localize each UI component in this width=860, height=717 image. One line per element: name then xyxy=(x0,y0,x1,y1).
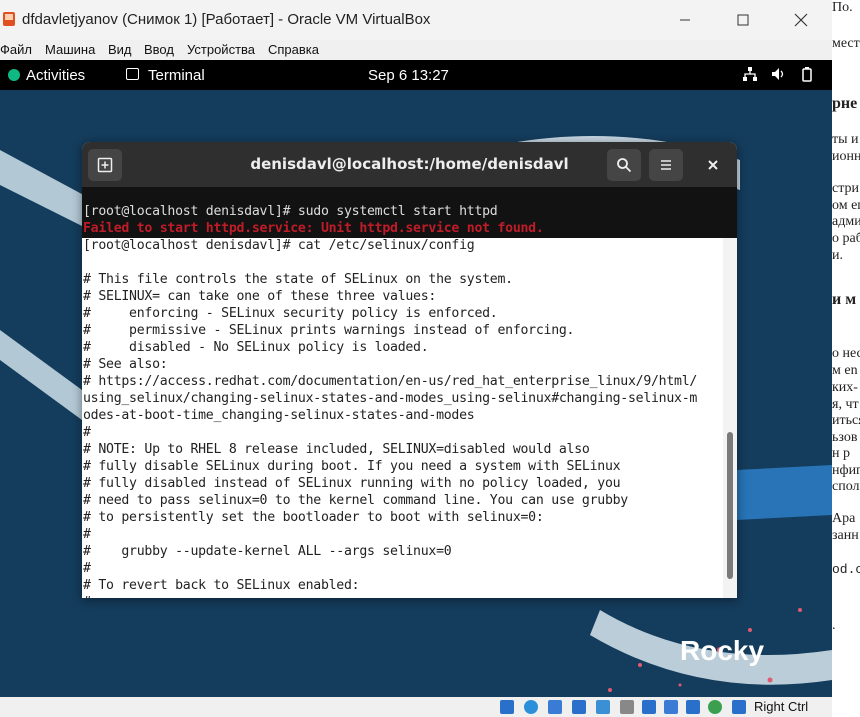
close-button[interactable] xyxy=(772,4,830,36)
menu-button[interactable] xyxy=(649,149,683,181)
terminal-line: # NOTE: Up to RHEL 8 release included, S… xyxy=(83,442,590,457)
terminal-line: # xyxy=(83,595,91,598)
doc-fragment: и м xyxy=(832,291,857,308)
doc-fragment: спол xyxy=(832,479,860,494)
doc-fragment: ьзов xyxy=(832,430,858,445)
doc-fragment: я, чт xyxy=(832,397,859,412)
doc-fragment: По. xyxy=(832,0,853,15)
doc-fragment: ты и xyxy=(832,132,859,147)
menu-devices[interactable]: Устройства xyxy=(187,42,255,57)
activities-icon xyxy=(8,69,20,81)
menu-file[interactable]: Файл xyxy=(0,42,32,57)
terminal-app-icon xyxy=(126,68,139,80)
terminal-line: [root@localhost denisdavl]# cat /etc/sel… xyxy=(83,238,475,253)
terminal-line: # xyxy=(83,425,91,440)
display-icon[interactable] xyxy=(642,700,656,714)
vbox-statusbar: Right Ctrl xyxy=(0,697,832,717)
terminal-line: # This file controls the state of SELinu… xyxy=(83,272,513,287)
doc-fragment: стри xyxy=(832,181,859,196)
terminal-line: # need to pass selinux=0 to the kernel c… xyxy=(83,493,628,508)
terminal-line: # xyxy=(83,561,91,576)
terminal-line: # to persistently set the bootloader to … xyxy=(83,510,544,525)
menu-machine[interactable]: Машина xyxy=(45,42,95,57)
menu-input[interactable]: Ввод xyxy=(144,42,174,57)
window-title: dfdavletjyanov (Снимок 1) [Работает] - O… xyxy=(22,11,431,28)
terminal-line: # disabled - No SELinux policy is loaded… xyxy=(83,340,429,355)
host-key-label: Right Ctrl xyxy=(754,699,809,714)
terminal-line: # To revert back to SELinux enabled: xyxy=(83,578,360,593)
virtualbox-window: dfdavletjyanov (Снимок 1) [Работает] - O… xyxy=(0,0,832,717)
background-document: По. мест рне ты и ионн стри ом ег адми о… xyxy=(832,0,860,717)
close-icon xyxy=(708,160,718,170)
cpu-icon[interactable] xyxy=(686,700,700,714)
maximize-button[interactable] xyxy=(714,4,772,36)
vbox-menubar: Файл Машина Вид Ввод Устройства Справка xyxy=(0,40,832,60)
doc-fragment: и. xyxy=(832,248,843,263)
terminal-line: # fully disabled instead of SELinux runn… xyxy=(83,476,621,491)
terminal-line: # permissive - SELinux prints warnings i… xyxy=(83,323,575,338)
network-adapter-icon[interactable] xyxy=(572,700,586,714)
clock[interactable]: Sep 6 13:27 xyxy=(368,67,449,84)
terminal-line: # See also: xyxy=(83,357,168,372)
window-titlebar[interactable]: dfdavletjyanov (Снимок 1) [Работает] - O… xyxy=(0,0,832,40)
audio-icon[interactable] xyxy=(548,700,562,714)
doc-fragment: рне xyxy=(832,95,858,112)
rocky-logo: Rocky xyxy=(680,635,764,666)
terminal-line: # fully disable SELinux during boot. If … xyxy=(83,459,621,474)
keyboard-capture-icon[interactable] xyxy=(732,700,746,714)
doc-fragment: ионн xyxy=(832,149,860,164)
guest-display[interactable]: Rocky Activities Terminal Sep 6 13:27 de… xyxy=(0,60,832,697)
minimize-button[interactable] xyxy=(656,4,714,36)
terminal-close-button[interactable] xyxy=(696,149,730,181)
menu-help[interactable]: Справка xyxy=(268,42,319,57)
terminal-line: # https://access.redhat.com/documentatio… xyxy=(83,374,698,389)
recording-icon[interactable] xyxy=(664,700,678,714)
terminal-line: # grubby --update-kernel ALL --args seli… xyxy=(83,544,452,559)
virtualbox-icon xyxy=(3,12,15,26)
doc-fragment: Ара xyxy=(832,511,856,526)
terminal-line: using_selinux/changing-selinux-states-an… xyxy=(83,391,698,406)
doc-fragment: od.c xyxy=(832,562,860,577)
terminal-line: [root@localhost denisdavl]# sudo systemc… xyxy=(83,204,498,219)
hard-disk-icon[interactable] xyxy=(500,700,514,714)
app-menu-terminal[interactable]: Terminal xyxy=(148,67,205,84)
doc-fragment: мест xyxy=(832,36,860,51)
doc-fragment: иться xyxy=(832,413,860,428)
network-icon[interactable] xyxy=(742,66,758,82)
gnome-top-bar: Activities Terminal Sep 6 13:27 xyxy=(0,60,832,90)
search-icon xyxy=(617,158,632,173)
terminal-scroll-thumb[interactable] xyxy=(727,432,733,579)
menu-view[interactable]: Вид xyxy=(108,42,132,57)
doc-fragment: ом ег xyxy=(832,198,860,213)
doc-fragment: адми xyxy=(832,214,860,229)
optical-drive-icon[interactable] xyxy=(524,700,538,714)
close-icon xyxy=(794,13,808,27)
doc-fragment: ких- xyxy=(832,380,858,395)
power-icon[interactable] xyxy=(799,66,815,82)
minimize-icon xyxy=(680,19,690,21)
terminal-error-line: Failed to start httpd.service: Unit http… xyxy=(83,221,544,236)
usb-icon[interactable] xyxy=(596,700,610,714)
doc-fragment: н р xyxy=(832,446,850,461)
maximize-icon xyxy=(737,14,749,26)
mouse-integration-icon[interactable] xyxy=(708,700,722,714)
doc-fragment: м en xyxy=(832,363,858,378)
hamburger-icon xyxy=(661,160,671,170)
volume-icon[interactable] xyxy=(770,66,786,82)
terminal-line: # xyxy=(83,527,91,542)
terminal-window[interactable]: denisdavl@localhost:/home/denisdavl [roo… xyxy=(82,142,737,598)
doc-fragment: о раб xyxy=(832,231,860,246)
terminal-line: # SELINUX= can take one of these three v… xyxy=(83,289,437,304)
activities-button[interactable]: Activities xyxy=(26,67,85,84)
terminal-line: # enforcing - SELinux security policy is… xyxy=(83,306,498,321)
shared-folders-icon[interactable] xyxy=(620,700,634,714)
search-button[interactable] xyxy=(607,149,641,181)
terminal-line: odes-at-boot-time_changing-selinux-state… xyxy=(83,408,475,423)
doc-fragment: о нес xyxy=(832,346,860,361)
terminal-headerbar[interactable]: denisdavl@localhost:/home/denisdavl xyxy=(82,142,737,187)
doc-fragment: занн xyxy=(832,528,859,543)
doc-fragment: . xyxy=(832,618,836,633)
doc-fragment: нфиг xyxy=(832,463,860,478)
